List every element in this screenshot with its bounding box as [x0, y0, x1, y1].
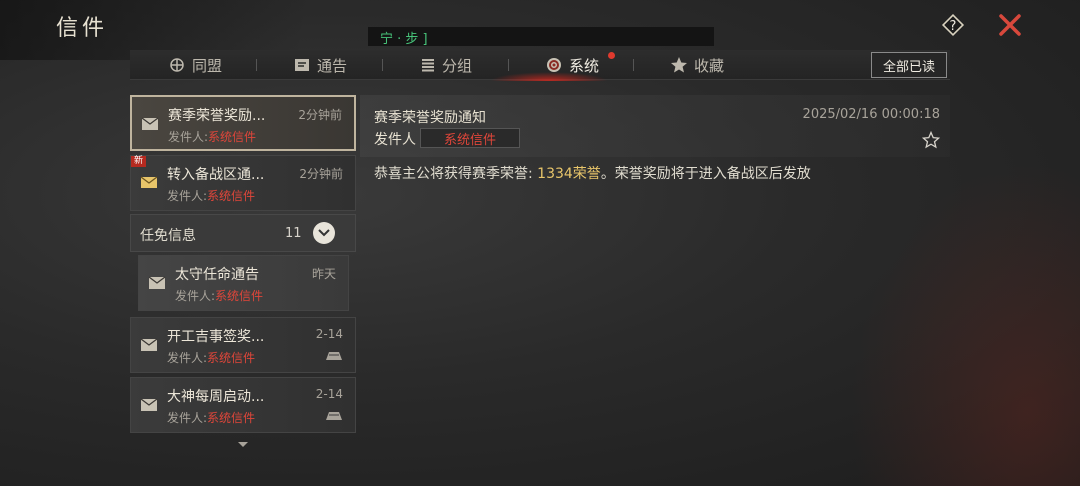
- tab-bar: 同盟 通告 分组 系统 收藏 全部已读: [130, 50, 950, 81]
- chevron-down-icon[interactable]: [313, 222, 335, 244]
- mail-subject: 赛季荣誉奖励...: [168, 108, 266, 124]
- mail-item[interactable]: 赛季荣誉奖励... 2分钟前 发件人:系统信件: [130, 95, 356, 151]
- mail-subject: 转入备战区通...: [167, 167, 265, 183]
- mail-detail-title: 赛季荣誉奖励通知: [374, 110, 486, 126]
- mail-subject: 大神每周启动...: [167, 389, 265, 405]
- group-label: 任免信息: [140, 228, 196, 244]
- envelope-open-icon: [140, 398, 158, 411]
- scroll-down-arrow-icon: [238, 442, 248, 447]
- mail-item[interactable]: 开工吉事签奖... 2-14 发件人:系统信件: [130, 317, 356, 373]
- tab-label: 通告: [317, 56, 348, 75]
- tab-label: 同盟: [192, 56, 223, 75]
- scrolling-notice: 宁 · 步 ]: [368, 27, 714, 47]
- mail-body-prefix: 恭喜主公将获得赛季荣誉:: [374, 166, 538, 182]
- mail-time: 2-14: [315, 387, 343, 401]
- system-icon: [547, 58, 561, 72]
- mail-time: 2分钟前: [298, 108, 342, 122]
- mail-subject: 开工吉事签奖...: [167, 329, 265, 345]
- tab-divider: [256, 59, 257, 71]
- envelope-open-icon: [148, 276, 166, 289]
- tab-favorites[interactable]: 收藏: [670, 50, 724, 80]
- mail-item[interactable]: 太守任命通告 昨天 发件人:系统信件: [138, 255, 349, 311]
- tab-divider: [508, 59, 509, 71]
- envelope-unread-icon: [140, 176, 158, 188]
- mail-item[interactable]: 大神每周启动... 2-14 发件人:系统信件: [130, 377, 356, 433]
- mail-sender: 发件人:系统信件: [167, 411, 256, 425]
- honor-amount: 1334荣誉: [537, 166, 601, 182]
- star-icon: [671, 57, 687, 73]
- mail-list: 赛季荣誉奖励... 2分钟前 发件人:系统信件 新 转入备战区通... 2分钟前…: [130, 95, 356, 447]
- group-icon: [422, 59, 434, 72]
- attachment-claimed-icon: [326, 412, 342, 420]
- favorite-star-icon[interactable]: [922, 131, 940, 149]
- envelope-open-icon: [141, 117, 159, 130]
- tab-divider: [633, 59, 634, 71]
- envelope-open-icon: [140, 338, 158, 351]
- new-badge: 新: [131, 156, 147, 167]
- mail-sender: 发件人:系统信件: [168, 130, 257, 144]
- mail-body-suffix: 。荣誉奖励将于进入备战区后发放: [600, 166, 811, 182]
- mail-detail-date: 2025/02/16 00:00:18: [802, 107, 940, 122]
- help-button[interactable]: ?: [938, 10, 968, 40]
- tab-alliance[interactable]: 同盟: [168, 50, 222, 80]
- tab-label: 系统: [569, 56, 600, 75]
- sender-label: 发件人: [374, 132, 416, 148]
- background-battle-art: [820, 120, 1080, 486]
- tab-notice[interactable]: 通告: [293, 50, 347, 80]
- sender-name: 系统信件: [420, 128, 520, 148]
- tab-label: 分组: [442, 56, 473, 75]
- attachment-claimed-icon: [326, 352, 342, 360]
- question-icon: ?: [941, 13, 965, 37]
- close-icon: [999, 14, 1021, 36]
- mail-time: 昨天: [311, 267, 336, 281]
- mail-item[interactable]: 新 转入备战区通... 2分钟前 发件人:系统信件: [130, 155, 356, 211]
- svg-text:?: ?: [950, 19, 957, 34]
- page-title: 信件: [56, 16, 109, 41]
- tab-label: 收藏: [694, 56, 725, 75]
- mark-all-read-button[interactable]: 全部已读: [871, 52, 947, 78]
- mail-sender: 发件人:系统信件: [167, 351, 256, 365]
- mail-sender: 发件人:系统信件: [175, 289, 264, 303]
- close-button[interactable]: [996, 11, 1024, 39]
- alliance-icon: [170, 58, 184, 72]
- mail-sender: 发件人:系统信件: [167, 189, 256, 203]
- tab-group[interactable]: 分组: [420, 50, 472, 80]
- mail-group-header[interactable]: 任免信息 11: [130, 214, 356, 252]
- mail-time: 2-14: [315, 327, 343, 341]
- notice-icon: [295, 59, 309, 71]
- mail-subject: 太守任命通告: [175, 267, 259, 283]
- tab-system[interactable]: 系统: [545, 50, 599, 80]
- mail-body: 恭喜主公将获得赛季荣誉: 1334荣誉。荣誉奖励将于进入备战区后发放: [374, 163, 811, 183]
- group-count: 11: [285, 226, 302, 241]
- mail-detail-header: 赛季荣誉奖励通知 2025/02/16 00:00:18 发件人 系统信件: [360, 95, 950, 157]
- mail-time: 2分钟前: [299, 167, 343, 181]
- notification-dot: [608, 52, 615, 59]
- tab-divider: [382, 59, 383, 71]
